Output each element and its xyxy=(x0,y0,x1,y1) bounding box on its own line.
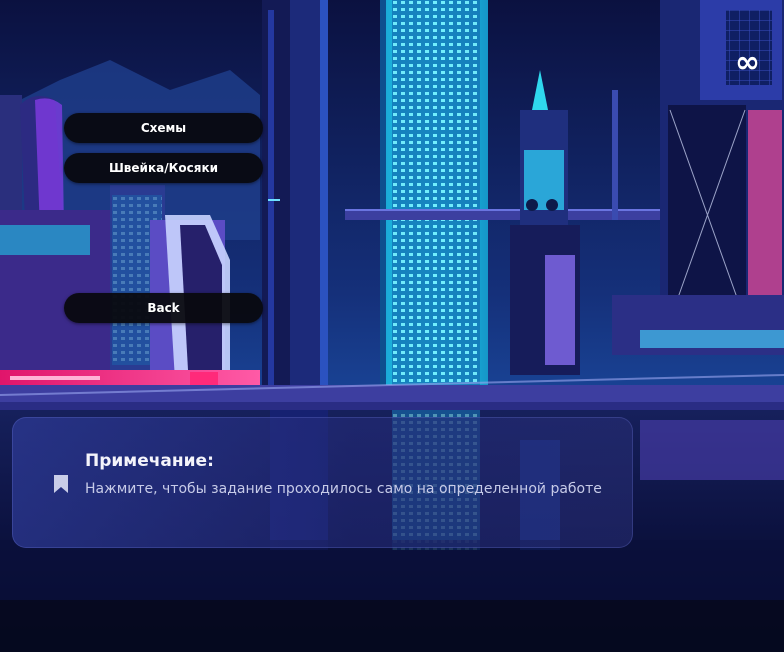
note-panel: Примечание: Нажмите, чтобы задание прохо… xyxy=(12,417,633,548)
svg-text:∞: ∞ xyxy=(735,45,760,80)
schemes-button[interactable]: Схемы xyxy=(64,113,263,143)
sewing-defects-button[interactable]: Швейка/Косяки xyxy=(64,153,263,183)
back-button[interactable]: Back xyxy=(64,293,263,323)
cityscape-background: ∞ xyxy=(0,0,784,652)
bookmark-icon xyxy=(53,474,69,494)
note-title: Примечание: xyxy=(85,451,214,471)
note-text: Нажмите, чтобы задание проходилось само … xyxy=(85,481,602,497)
